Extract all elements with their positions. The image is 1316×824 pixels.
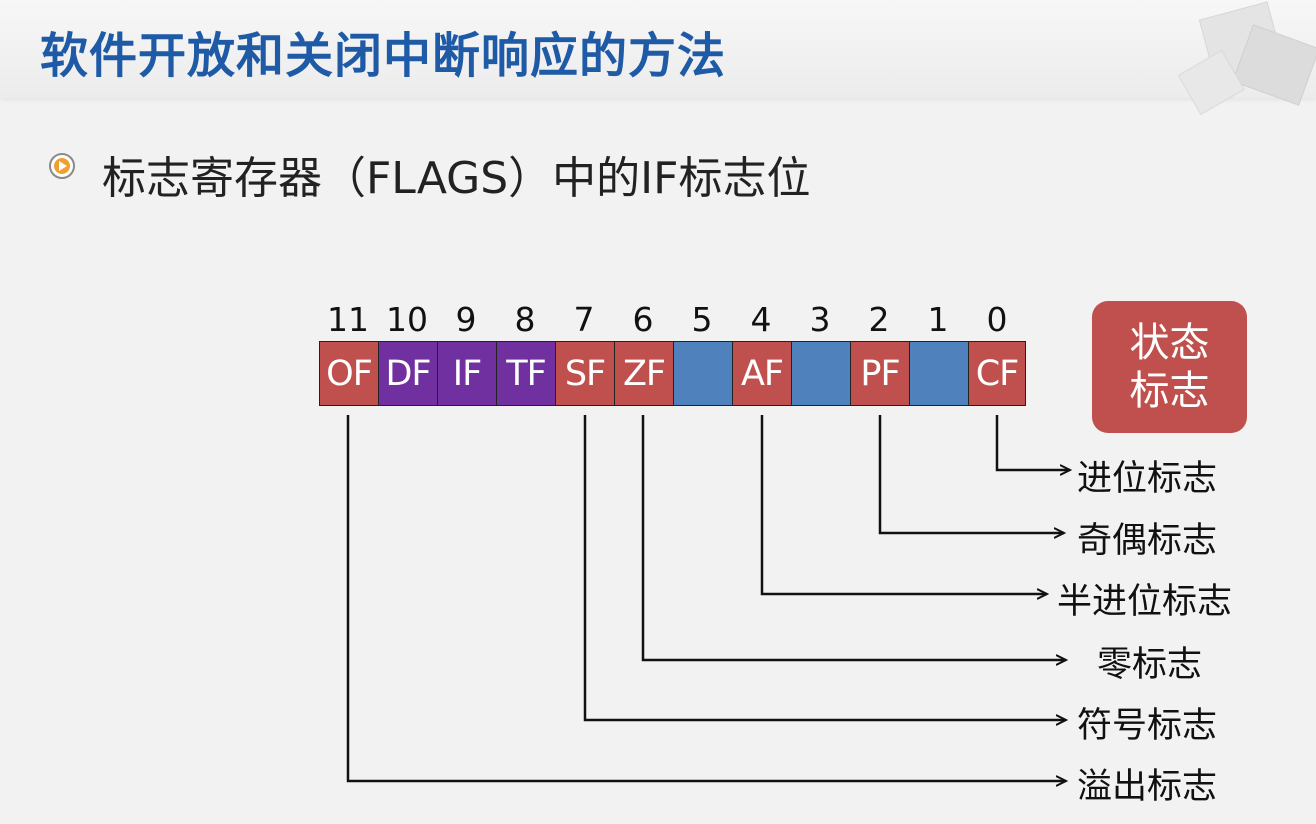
connector-cf <box>995 415 1070 470</box>
connector-pf <box>878 415 1064 533</box>
label-overflow-flag: 溢出标志 <box>1077 767 1218 807</box>
connector-af <box>760 415 1047 594</box>
label-aux-carry-flag: 半进位标志 <box>1057 582 1233 622</box>
label-carry-flag: 进位标志 <box>1077 459 1218 499</box>
connector-sf <box>583 415 1066 720</box>
connector-of <box>346 415 1066 781</box>
connector-zf <box>641 415 1066 660</box>
label-parity-flag: 奇偶标志 <box>1077 521 1218 561</box>
label-sign-flag: 符号标志 <box>1077 706 1218 746</box>
label-zero-flag: 零标志 <box>1097 645 1203 685</box>
